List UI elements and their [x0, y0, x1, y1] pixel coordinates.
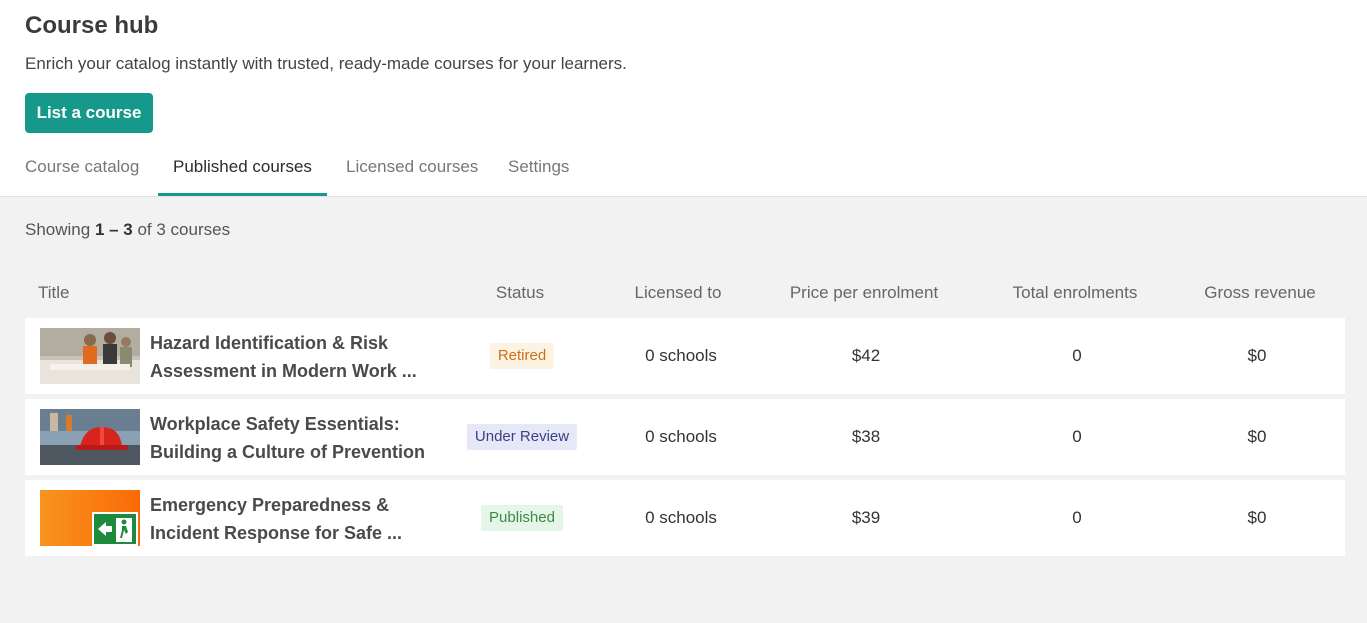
- licensed-to-value: 0 schools: [645, 427, 717, 446]
- tab-settings[interactable]: Settings: [508, 150, 569, 196]
- enrolments-value: 0: [1072, 346, 1082, 365]
- results-count: Showing 1 – 3 of 3 courses: [25, 220, 230, 240]
- status-badge: Under Review: [466, 424, 578, 450]
- column-header-status[interactable]: Status: [496, 283, 544, 303]
- status-badge: Retired: [489, 343, 555, 369]
- results-count-range: 1 – 3: [94, 220, 133, 239]
- hardhat-photo-icon: [40, 409, 140, 465]
- workers-photo-icon: [40, 328, 140, 384]
- table-row[interactable]: Emergency Preparedness & Incident Respon…: [25, 480, 1345, 556]
- price-value: $38: [851, 427, 881, 446]
- revenue-value: $0: [1247, 508, 1267, 527]
- course-title[interactable]: Workplace Safety Essentials: Building a …: [150, 410, 450, 466]
- revenue-value: $0: [1247, 346, 1267, 365]
- page-header: Course hub Enrich your catalog instantly…: [0, 0, 1367, 197]
- revenue-value: $0: [1247, 427, 1267, 446]
- price-value: $39: [851, 508, 881, 527]
- column-header-licensed-to[interactable]: Licensed to: [635, 283, 722, 303]
- tab-course-catalog[interactable]: Course catalog: [25, 150, 139, 196]
- column-header-price[interactable]: Price per enrolment: [790, 283, 938, 303]
- page-subtitle: Enrich your catalog instantly with trust…: [25, 54, 627, 73]
- table-row[interactable]: Workplace Safety Essentials: Building a …: [25, 399, 1345, 475]
- table-row[interactable]: Hazard Identification & Risk Assessment …: [25, 318, 1345, 394]
- licensed-to-value: 0 schools: [645, 346, 717, 365]
- course-title[interactable]: Emergency Preparedness & Incident Respon…: [150, 491, 450, 547]
- tab-published-courses[interactable]: Published courses: [158, 150, 327, 196]
- enrolments-value: 0: [1072, 508, 1082, 527]
- enrolments-value: 0: [1072, 427, 1082, 446]
- column-header-revenue[interactable]: Gross revenue: [1204, 283, 1316, 303]
- list-course-button[interactable]: List a course: [25, 93, 153, 133]
- column-header-title[interactable]: Title: [38, 283, 70, 303]
- column-header-enrolments[interactable]: Total enrolments: [1013, 283, 1138, 303]
- emergency-exit-sign-icon: [40, 490, 140, 546]
- results-count-suffix: of 3 courses: [132, 220, 231, 239]
- tab-licensed-courses[interactable]: Licensed courses: [346, 150, 478, 196]
- licensed-to-value: 0 schools: [645, 508, 717, 527]
- page-title: Course hub: [25, 12, 159, 39]
- price-value: $42: [851, 346, 881, 365]
- course-title[interactable]: Hazard Identification & Risk Assessment …: [150, 329, 450, 385]
- status-badge: Published: [481, 505, 563, 531]
- results-count-prefix: Showing: [25, 220, 95, 239]
